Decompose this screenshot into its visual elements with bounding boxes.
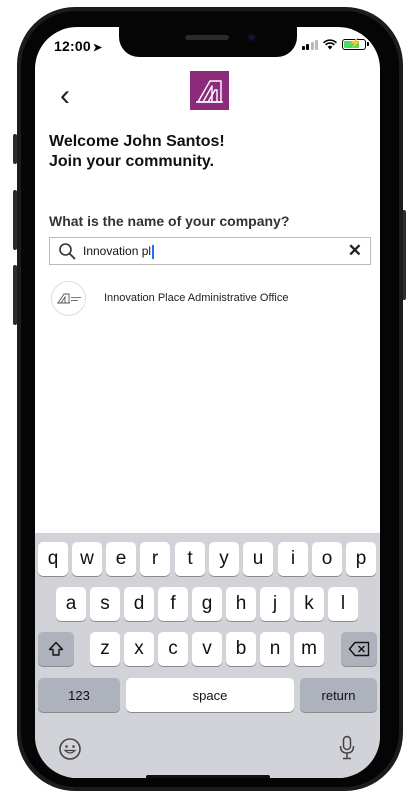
- shift-key[interactable]: [38, 632, 74, 666]
- shift-icon: [48, 641, 64, 656]
- speaker-grille: [185, 35, 229, 40]
- emoji-icon: [59, 738, 81, 760]
- company-search-input[interactable]: Innovation pl ✕: [49, 237, 371, 265]
- welcome-line: Welcome John Santos!: [49, 133, 225, 150]
- key-h[interactable]: h: [226, 587, 256, 621]
- key-n[interactable]: n: [260, 632, 290, 666]
- status-time: 12:00 ➤: [54, 38, 103, 54]
- key-r[interactable]: r: [140, 542, 170, 576]
- key-y[interactable]: y: [209, 542, 239, 576]
- key-i[interactable]: i: [278, 542, 308, 576]
- key-p[interactable]: p: [346, 542, 376, 576]
- search-icon: [59, 243, 76, 260]
- key-t[interactable]: t: [175, 542, 205, 576]
- front-camera: [247, 33, 256, 42]
- key-f[interactable]: f: [158, 587, 188, 621]
- back-button[interactable]: ‹: [60, 81, 70, 111]
- search-value: Innovation pl: [83, 244, 152, 258]
- key-x[interactable]: x: [124, 632, 154, 666]
- charging-icon: ⚡: [349, 38, 362, 49]
- key-a[interactable]: a: [56, 587, 86, 621]
- clear-search-button[interactable]: ✕: [348, 241, 362, 261]
- key-g[interactable]: g: [192, 587, 222, 621]
- return-key[interactable]: return: [300, 678, 377, 712]
- notch: [119, 27, 297, 57]
- join-line: Join your community.: [49, 153, 215, 170]
- company-question-label: What is the name of your company?: [49, 213, 290, 229]
- delete-key[interactable]: [341, 632, 377, 666]
- cellular-signal-icon: [301, 39, 318, 50]
- key-w[interactable]: w: [72, 542, 102, 576]
- dictation-button[interactable]: [338, 735, 356, 766]
- key-k[interactable]: k: [294, 587, 324, 621]
- key-s[interactable]: s: [90, 587, 120, 621]
- status-icons: ⚡: [301, 38, 369, 50]
- emoji-button[interactable]: [58, 737, 82, 766]
- backspace-icon: [348, 641, 370, 657]
- key-l[interactable]: l: [328, 587, 358, 621]
- key-b[interactable]: b: [226, 632, 256, 666]
- battery-icon: ⚡: [342, 38, 369, 50]
- numbers-key[interactable]: 123: [38, 678, 120, 712]
- key-d[interactable]: d: [124, 587, 154, 621]
- key-e[interactable]: e: [106, 542, 136, 576]
- key-j[interactable]: j: [260, 587, 290, 621]
- key-z[interactable]: z: [90, 632, 120, 666]
- key-q[interactable]: q: [38, 542, 68, 576]
- key-v[interactable]: v: [192, 632, 222, 666]
- search-result-item[interactable]: Innovation Place Administrative Office: [51, 280, 371, 316]
- key-c[interactable]: c: [158, 632, 188, 666]
- microphone-icon: [339, 735, 355, 760]
- community-logo: [190, 71, 229, 110]
- key-m[interactable]: m: [294, 632, 324, 666]
- text-caret: [152, 244, 154, 259]
- phone-screen: 12:00 ➤ ⚡ ‹ Welcome John Santos! Join yo…: [35, 27, 380, 778]
- home-indicator[interactable]: [146, 775, 270, 778]
- company-name: Innovation Place Administrative Office: [104, 292, 289, 304]
- welcome-heading: Welcome John Santos! Join your community…: [49, 132, 225, 172]
- location-icon: ➤: [92, 42, 103, 54]
- key-u[interactable]: u: [243, 542, 273, 576]
- company-logo-avatar: [51, 280, 86, 316]
- space-key[interactable]: space: [126, 678, 294, 712]
- onscreen-keyboard: q w e r t y u i o p a s d f g h j k l z …: [35, 533, 380, 778]
- key-o[interactable]: o: [312, 542, 342, 576]
- wifi-icon: [323, 39, 337, 50]
